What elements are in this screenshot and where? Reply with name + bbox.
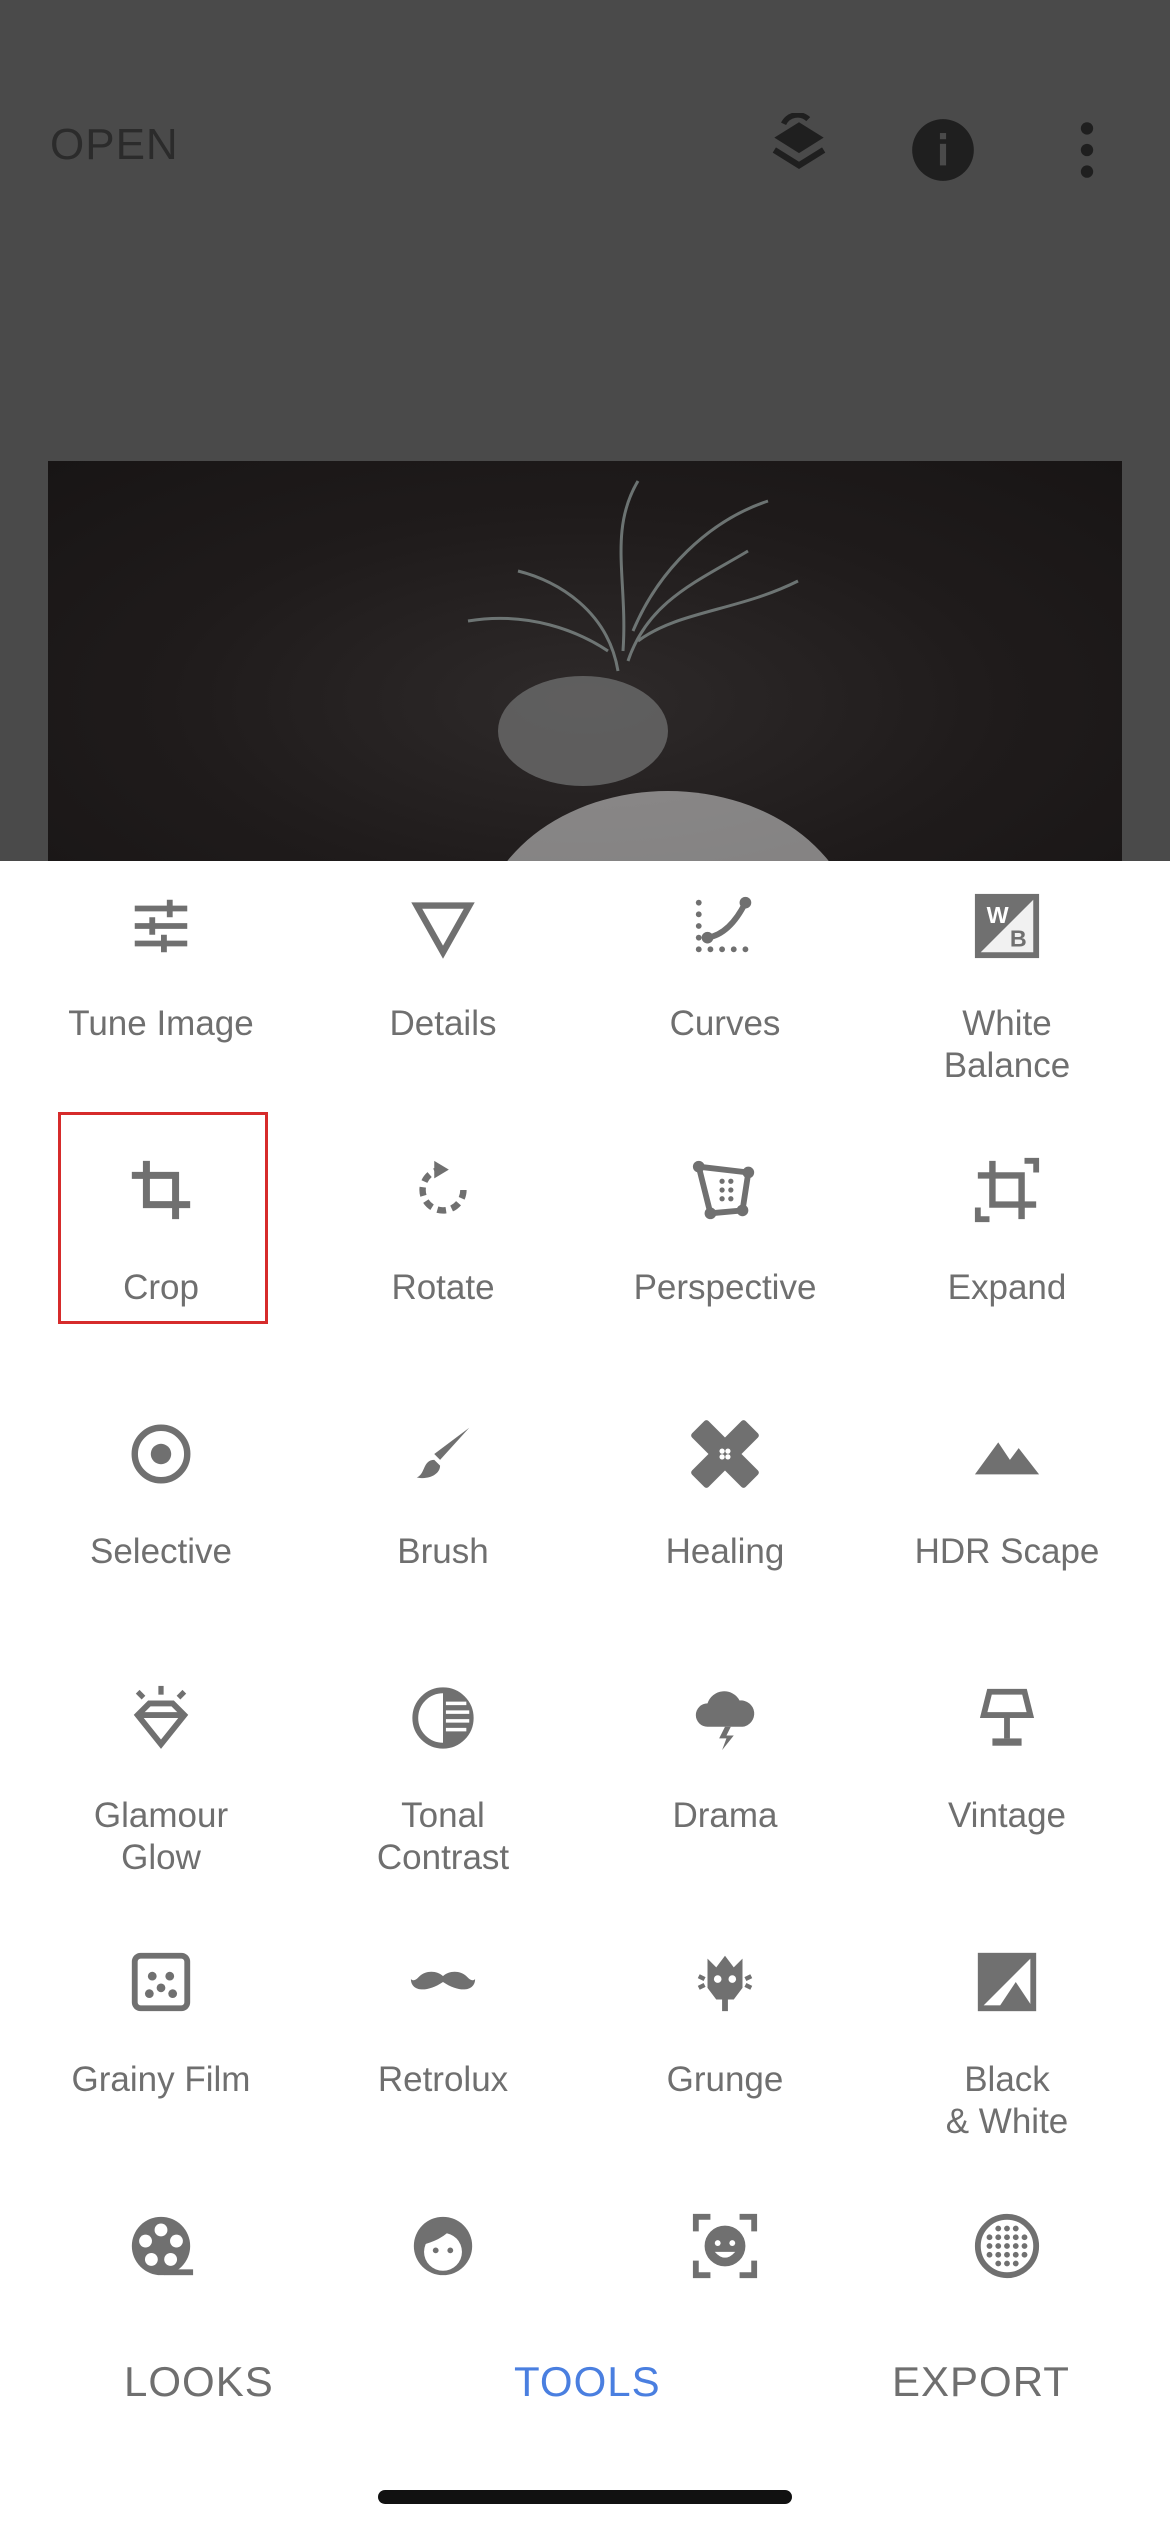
tool-label: Black & White (945, 2060, 1069, 2141)
tool-dots[interactable] (866, 2181, 1148, 2288)
white-balance-icon: WB (972, 891, 1042, 961)
grunge-icon (690, 1947, 760, 2017)
face-pose-icon (690, 2211, 760, 2281)
black-white-icon (972, 1947, 1042, 2017)
tool-label: HDR Scape (914, 1532, 1100, 1571)
tool-label: Details (389, 1004, 497, 1043)
mountain-icon (972, 1419, 1042, 1489)
open-button[interactable]: OPEN (50, 120, 179, 170)
perspective-icon (690, 1155, 760, 1225)
mustache-icon (408, 1947, 478, 2017)
tool-tune-image[interactable]: Tune Image (20, 861, 302, 1111)
lamp-icon (972, 1683, 1042, 1753)
tool-label: Brush (397, 1532, 489, 1571)
photo-subject (498, 676, 668, 786)
tool-grunge[interactable]: Grunge (584, 1917, 866, 2167)
triangle-down-icon (408, 891, 478, 961)
tool-film-reel[interactable] (20, 2181, 302, 2288)
storm-cloud-icon (690, 1683, 760, 1753)
diamond-icon (126, 1683, 196, 1753)
tool-label: Grainy Film (71, 2060, 251, 2099)
tool-label: Selective (89, 1532, 233, 1571)
tool-label: White Balance (943, 1004, 1071, 1085)
info-icon[interactable] (906, 113, 980, 187)
brush-icon (408, 1419, 478, 1489)
tool-tonal-contrast[interactable]: Tonal Contrast (302, 1653, 584, 1903)
tool-label: Expand (947, 1268, 1067, 1307)
selective-icon (126, 1419, 196, 1489)
tab-tools[interactable]: TOOLS (514, 2358, 661, 2406)
tool-label: Perspective (633, 1268, 817, 1307)
tool-curves[interactable]: Curves (584, 861, 866, 1111)
healing-icon (690, 1419, 760, 1489)
film-reel-icon (126, 2211, 196, 2281)
tool-face-pose[interactable] (584, 2181, 866, 2288)
tools-panel: Tune Image Details Curves WB White Balan… (0, 861, 1170, 2288)
dots-circle-icon (972, 2211, 1042, 2281)
layers-undo-icon[interactable] (762, 112, 836, 187)
tool-perspective[interactable]: Perspective (584, 1125, 866, 1375)
curves-icon (690, 891, 760, 961)
tool-label: Retrolux (377, 2060, 509, 2099)
tool-selective[interactable]: Selective (20, 1389, 302, 1639)
splash-graphic (467, 480, 799, 672)
tool-label: Rotate (391, 1268, 495, 1307)
rotate-icon (408, 1155, 478, 1225)
tool-grainy-film[interactable]: Grainy Film (20, 1917, 302, 2167)
crop-selection-highlight (58, 1112, 268, 1324)
tool-face[interactable] (302, 2181, 584, 2288)
tool-label: Tune Image (68, 1004, 254, 1043)
tool-retrolux[interactable]: Retrolux (302, 1917, 584, 2167)
tool-brush[interactable]: Brush (302, 1389, 584, 1639)
svg-text:W: W (987, 902, 1009, 928)
tool-label: Tonal Contrast (376, 1796, 510, 1877)
tool-glamour-glow[interactable]: Glamour Glow (20, 1653, 302, 1903)
tool-black-white[interactable]: Black & White (866, 1917, 1148, 2167)
tool-label: Curves (669, 1004, 781, 1043)
tool-expand[interactable]: Expand (866, 1125, 1148, 1375)
top-bar: OPEN (0, 0, 1170, 861)
tool-hdr-scape[interactable]: HDR Scape (866, 1389, 1148, 1639)
tool-label: Drama (672, 1796, 778, 1835)
sliders-icon (126, 891, 196, 961)
tool-label: Grunge (666, 2060, 784, 2099)
photo-bulb (478, 791, 858, 861)
tool-vintage[interactable]: Vintage (866, 1653, 1148, 1903)
tool-label: Healing (665, 1532, 785, 1571)
face-icon (408, 2211, 478, 2281)
tool-label: Glamour Glow (93, 1796, 229, 1877)
tool-white-balance[interactable]: WB White Balance (866, 861, 1148, 1111)
tool-details[interactable]: Details (302, 861, 584, 1111)
tool-drama[interactable]: Drama (584, 1653, 866, 1903)
tonal-contrast-icon (408, 1683, 478, 1753)
photo-preview (48, 461, 1122, 861)
expand-icon (972, 1155, 1042, 1225)
tab-export[interactable]: EXPORT (892, 2358, 1070, 2406)
tool-label: Vintage (947, 1796, 1067, 1835)
tab-looks[interactable]: LOOKS (124, 2358, 274, 2406)
tool-rotate[interactable]: Rotate (302, 1125, 584, 1375)
more-vert-icon[interactable] (1050, 113, 1124, 187)
home-indicator (378, 2490, 792, 2504)
tool-healing[interactable]: Healing (584, 1389, 866, 1639)
svg-text:B: B (1010, 925, 1027, 951)
grain-icon (126, 1947, 196, 2017)
